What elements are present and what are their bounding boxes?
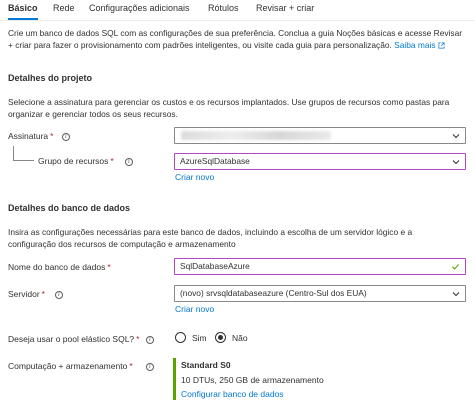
elastic-pool-no-radio[interactable] [215,332,226,343]
tab-network[interactable]: Rede [53,3,75,20]
subscription-value-redacted [181,131,331,140]
database-desc-line-2: configuração dos recursos de computação … [8,239,236,249]
info-icon[interactable]: i [125,158,133,166]
resource-group-label: Grupo de recursos * [38,156,114,166]
tab-basics[interactable]: Básico [8,3,38,20]
intro-line-2: + criar para fazer o provisionamento com… [8,40,392,50]
info-icon[interactable]: i [62,133,70,141]
info-icon[interactable]: i [146,336,154,344]
checkmark-icon [451,264,460,270]
database-name-value: SqlDatabaseAzure [180,261,250,271]
external-link-icon [438,42,445,49]
database-name-input[interactable]: SqlDatabaseAzure [174,258,466,275]
tab-review-create[interactable]: Revisar + criar [256,3,314,20]
learn-more-link[interactable]: Saiba mais [394,40,435,50]
server-value: (novo) srvsqldatabaseazure (Centro-Sul d… [180,288,367,298]
compute-status-bar [173,358,176,400]
intro-line-2-wrap: + criar para fazer o provisionamento com… [8,40,445,51]
server-dropdown[interactable]: (novo) srvsqldatabaseazure (Centro-Sul d… [174,285,466,302]
compute-tier: Standard S0 [181,360,231,370]
tree-connector [13,146,14,161]
tab-additional-settings[interactable]: Configurações adicionais [89,3,190,20]
elastic-pool-label: Deseja usar o pool elástico SQL? * [8,334,140,344]
info-icon[interactable]: i [146,363,154,371]
resource-group-value: AzureSqlDatabase [180,156,250,166]
create-sql-database-page: Básico Rede Configurações adicionais Rót… [0,0,474,414]
create-new-server-link[interactable]: Criar novo [175,304,214,315]
database-desc-line-1: Insira as configurações necessárias para… [8,227,413,237]
tab-bar: Básico Rede Configurações adicionais Rót… [0,0,474,21]
elastic-pool-yes-radio[interactable] [175,332,186,343]
project-desc-line-2: organizar e gerenciar todos os seus recu… [8,109,178,119]
tree-connector-horizontal [13,160,34,161]
server-label: Servidor * [8,289,45,299]
elastic-pool-no-label[interactable]: Não [232,333,248,344]
chevron-down-icon [452,160,460,165]
subscription-label: Assinatura * [8,131,54,141]
tab-tags[interactable]: Rótulos [208,3,239,20]
project-desc-line-1: Selecione a assinatura para gerenciar os… [8,97,450,107]
subscription-dropdown[interactable] [174,127,466,144]
chevron-down-icon [452,292,460,297]
elastic-pool-yes-label[interactable]: Sim [192,333,207,344]
compute-detail: 10 DTUs, 250 GB de armazenamento [181,375,324,385]
info-icon[interactable]: i [55,291,63,299]
intro-line-1: Crie um banco de dados SQL com as config… [8,28,463,38]
project-details-heading: Detalhes do projeto [8,73,93,83]
create-new-resource-group-link[interactable]: Criar novo [175,172,214,183]
resource-group-dropdown[interactable]: AzureSqlDatabase [174,153,466,170]
database-details-heading: Detalhes do banco de dados [8,203,131,213]
database-name-label: Nome do banco de dados * [8,262,111,272]
chevron-down-icon [452,134,460,139]
configure-database-link[interactable]: Configurar banco de dados [181,389,284,400]
compute-storage-label: Computação + armazenamento * [8,361,133,371]
